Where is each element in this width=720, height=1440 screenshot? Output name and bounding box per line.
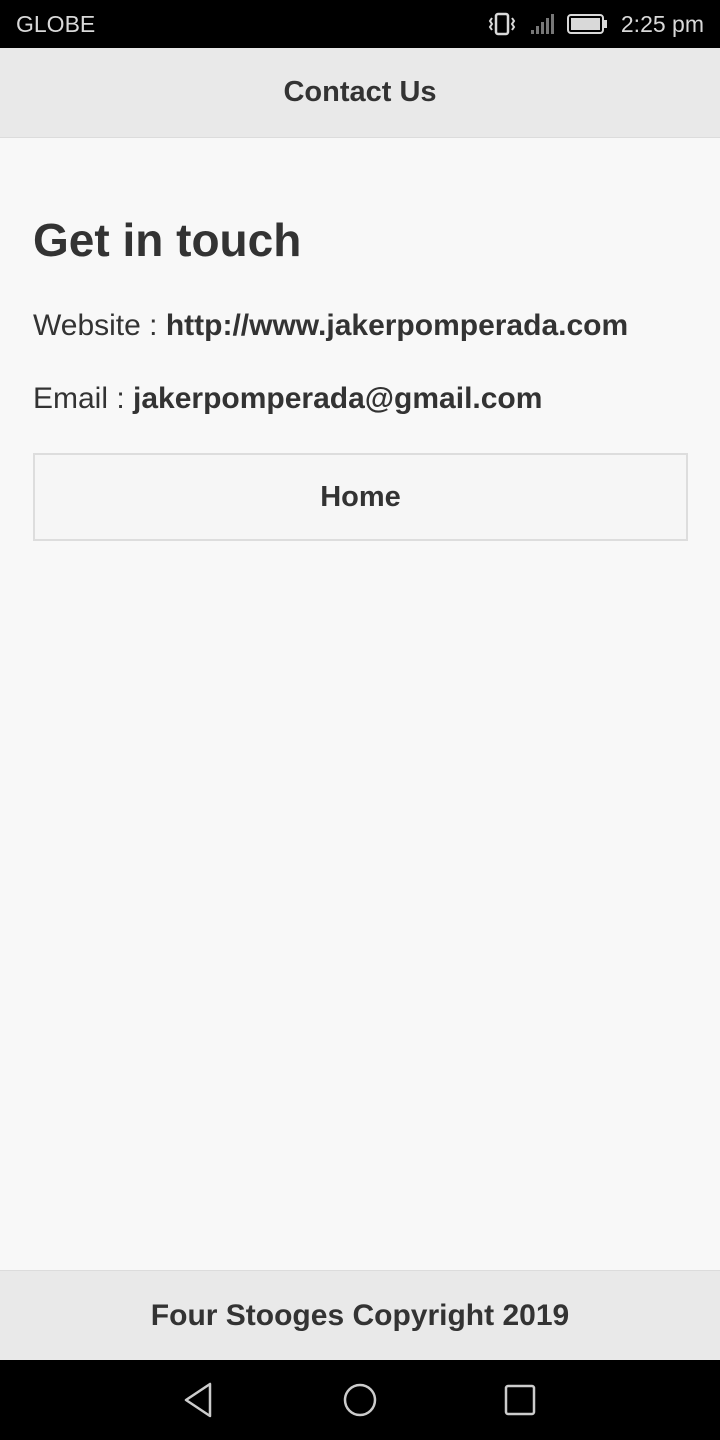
section-heading: Get in touch — [33, 214, 302, 266]
recents-icon[interactable] — [500, 1380, 540, 1420]
email-line: Email : jakerpomperada@gmail.com — [33, 381, 687, 417]
battery-icon — [566, 12, 609, 36]
header-bar: Contact Us — [0, 48, 720, 138]
vibrate-icon — [487, 12, 517, 36]
main-content: Get in touch Website : http://www.jakerp… — [0, 138, 720, 1270]
back-icon[interactable] — [180, 1380, 220, 1420]
email-link[interactable]: jakerpomperada@gmail.com — [133, 382, 542, 415]
email-label: Email : — [33, 382, 134, 415]
status-bar: GLOBE 2:25 pm — [0, 0, 720, 48]
home-button[interactable]: Home — [33, 453, 688, 541]
footer: Four Stooges Copyright 2019 — [0, 1270, 720, 1360]
home-icon[interactable] — [340, 1380, 380, 1420]
status-icons: 2:25 pm — [487, 11, 704, 38]
website-label: Website : — [33, 309, 166, 342]
page-title: Contact Us — [283, 76, 437, 108]
copyright-text: Four Stooges Copyright 2019 — [150, 1298, 570, 1332]
clock: 2:25 pm — [620, 10, 704, 37]
system-nav-bar — [0, 1360, 720, 1440]
carrier-label: GLOBE — [16, 10, 96, 37]
website-link[interactable]: http://www.jakerpomperada.com — [166, 309, 628, 342]
signal-icon — [529, 12, 555, 36]
website-line: Website : http://www.jakerpomperada.com — [33, 308, 687, 344]
